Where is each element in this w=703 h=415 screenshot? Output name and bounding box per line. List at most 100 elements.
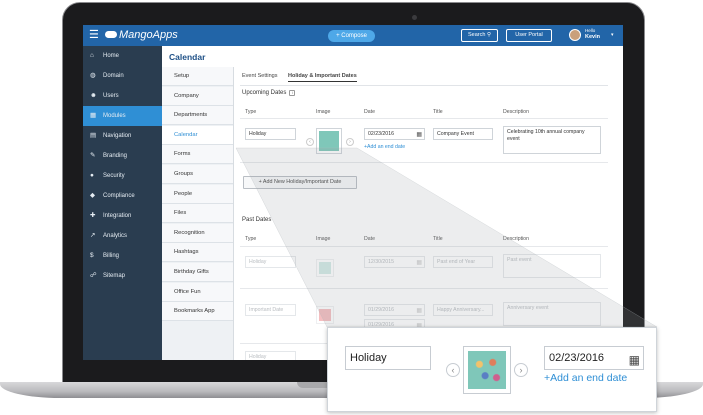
past-col-title: Title xyxy=(433,236,443,242)
page-title: Calendar xyxy=(169,52,206,62)
sidebar-item-label: Security xyxy=(103,173,125,179)
zoom-type-field[interactable]: Holiday xyxy=(345,346,431,370)
next-image-icon[interactable]: › xyxy=(346,138,354,146)
zoom-add-end-date-link[interactable]: +Add an end date xyxy=(544,372,627,384)
submenu-item-recognition[interactable]: Recognition xyxy=(162,223,233,243)
zoom-next-icon[interactable]: › xyxy=(514,363,528,377)
sidebar-item-users[interactable]: ☻ Users xyxy=(83,86,162,106)
sidebar-item-modules[interactable]: ▦ Modules xyxy=(83,106,166,126)
col-image: Image xyxy=(316,109,331,115)
past-col-description: Description xyxy=(503,236,529,242)
col-type: Type xyxy=(245,109,257,115)
submenu-item-groups[interactable]: Groups xyxy=(162,165,233,184)
greeting-text: Hello xyxy=(585,28,596,33)
hamburger-icon[interactable]: ☰ xyxy=(89,30,99,41)
past-date-value: 12/30/2015 xyxy=(368,259,394,265)
description-field[interactable]: Celebrating 10th annual company event xyxy=(503,126,601,154)
sidebar-item-label: Modules xyxy=(103,113,126,119)
past-image xyxy=(319,262,331,274)
laptop-mockup: ☰ MangoApps + Compose Search ⚲ User Port… xyxy=(0,0,703,415)
col-title: Title xyxy=(433,109,443,115)
date-field[interactable]: 02/23/2016 ▦ xyxy=(364,128,425,140)
user-greeting[interactable]: Hello Kevin xyxy=(585,28,600,40)
sidebar-item-label: Navigation xyxy=(103,133,132,139)
past-description-field[interactable]: Past event xyxy=(503,254,601,278)
compose-button[interactable]: + Compose xyxy=(328,30,375,42)
calendar-icon[interactable]: ▦ xyxy=(629,349,640,371)
calendar-icon[interactable]: ▦ xyxy=(416,130,422,140)
dollar-icon: $ xyxy=(90,252,94,259)
modules-icon: ▦ xyxy=(90,112,97,119)
past-date-field[interactable]: 12/30/2015 ▦ xyxy=(364,256,425,268)
sidebar-item-billing[interactable]: $ Billing xyxy=(83,246,162,266)
past-image-thumb[interactable] xyxy=(316,259,334,277)
sidebar-item-home[interactable]: ⌂ Home xyxy=(83,46,162,66)
submenu-item-files[interactable]: Files xyxy=(162,204,233,224)
tab-event-settings[interactable]: Event Settings xyxy=(242,73,277,79)
sidebar-item-domain[interactable]: ◍ Domain xyxy=(83,66,162,86)
event-image xyxy=(319,131,339,151)
past-date-value: 01/29/2016 xyxy=(368,307,394,313)
info-icon[interactable]: i xyxy=(289,90,296,96)
row-divider xyxy=(240,246,608,247)
sidebar-item-label: Sitemap xyxy=(103,273,126,279)
avatar[interactable] xyxy=(569,29,581,41)
tab-holiday-important-dates[interactable]: Holiday & Important Dates xyxy=(288,73,357,82)
sidebar-item-compliance[interactable]: ◆ Compliance xyxy=(83,186,162,206)
sidebar-item-integration[interactable]: ✚ Integration xyxy=(83,206,162,226)
submenu-item-departments[interactable]: Departments xyxy=(162,106,233,126)
sidebar-item-analytics[interactable]: ↗ Analytics xyxy=(83,226,162,246)
past-type-field[interactable]: Important Date xyxy=(245,304,296,316)
submenu-item-forms[interactable]: Forms xyxy=(162,145,233,165)
sidebar-item-security[interactable]: ● Security xyxy=(83,166,162,186)
navigation-icon: ▤ xyxy=(90,132,97,139)
user-portal-button[interactable]: User Portal xyxy=(506,29,552,42)
prev-image-icon[interactable]: ‹ xyxy=(306,138,314,146)
search-button[interactable]: Search ⚲ xyxy=(461,29,498,42)
search-label: Search xyxy=(468,32,486,38)
past-image-thumb[interactable] xyxy=(316,306,334,324)
sidebar-item-label: Users xyxy=(103,93,119,99)
submenu-item-hashtags[interactable]: Hashtags xyxy=(162,243,233,263)
zoom-prev-icon[interactable]: ‹ xyxy=(446,363,460,377)
sidebar-item-navigation[interactable]: ▤ Navigation xyxy=(83,126,162,146)
past-description-field[interactable]: Anniversary event xyxy=(503,302,601,326)
zoom-date-field[interactable]: 02/23/2016 ▦ xyxy=(544,346,644,370)
app-screen: ☰ MangoApps + Compose Search ⚲ User Port… xyxy=(83,25,623,360)
top-bar: ☰ MangoApps + Compose Search ⚲ User Port… xyxy=(83,25,623,46)
upcoming-dates-label: Upcoming Dates xyxy=(242,90,287,96)
submenu-item-birthday-gifts[interactable]: Birthday Gifts xyxy=(162,263,233,282)
type-field[interactable]: Holiday xyxy=(245,128,296,140)
title-field[interactable]: Company Event xyxy=(433,128,493,140)
app-logo[interactable]: MangoApps xyxy=(105,29,178,41)
calendar-icon[interactable]: ▦ xyxy=(416,258,422,268)
shield-icon: ◆ xyxy=(90,192,95,199)
submenu-item-bookmarks-app[interactable]: Bookmarks App xyxy=(162,302,233,322)
submenu-item-office-fun[interactable]: Office Fun xyxy=(162,282,233,302)
chevron-down-icon[interactable]: ▾ xyxy=(611,32,614,38)
add-holiday-button[interactable]: + Add New Holiday/Important Date xyxy=(243,176,357,189)
past-title-field[interactable]: Happy Anniversary... xyxy=(433,304,493,316)
add-end-date-link[interactable]: +Add an end date xyxy=(364,144,405,150)
calendar-icon[interactable]: ▦ xyxy=(416,306,422,316)
brush-icon: ✎ xyxy=(90,152,96,159)
logo-text: MangoApps xyxy=(119,29,178,41)
tab-divider xyxy=(240,85,608,86)
event-image-thumb[interactable] xyxy=(316,128,342,154)
search-icon: ⚲ xyxy=(486,32,491,38)
past-type-field[interactable]: Holiday xyxy=(245,351,296,360)
globe-icon: ◍ xyxy=(90,72,96,79)
past-col-type: Type xyxy=(245,236,257,242)
submenu-item-calendar[interactable]: Calendar xyxy=(162,125,233,145)
sidebar-item-branding[interactable]: ✎ Branding xyxy=(83,146,162,166)
zoom-event-image[interactable] xyxy=(463,346,511,394)
past-date-field[interactable]: 01/29/2016 ▦ xyxy=(364,304,425,316)
camera xyxy=(412,15,417,20)
past-title-field[interactable]: Past end of Year xyxy=(433,256,493,268)
submenu-item-people[interactable]: People xyxy=(162,184,233,204)
submenu-item-setup[interactable]: Setup xyxy=(162,67,233,86)
submenu-item-company[interactable]: Company xyxy=(162,86,233,106)
home-icon: ⌂ xyxy=(90,52,94,59)
past-type-field[interactable]: Holiday xyxy=(245,256,296,268)
sidebar-item-sitemap[interactable]: ☍ Sitemap xyxy=(83,266,162,286)
